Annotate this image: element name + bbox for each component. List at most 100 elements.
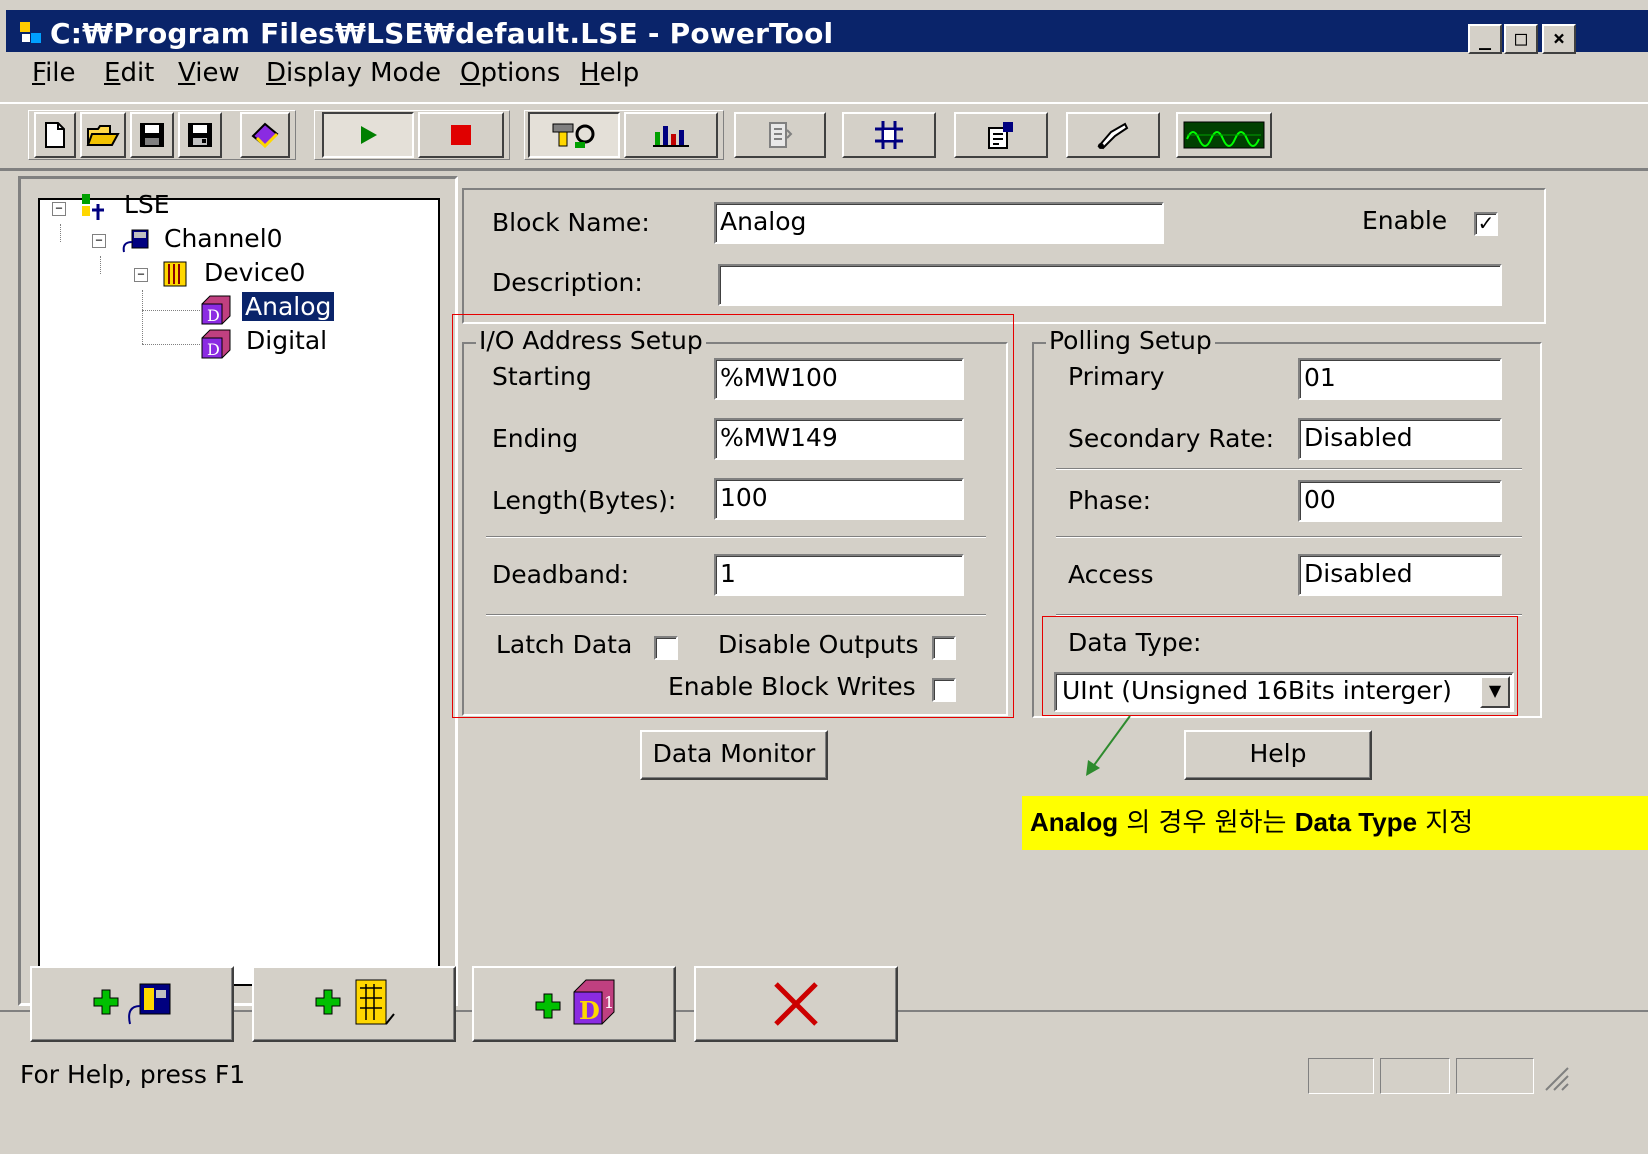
data-monitor-button[interactable]: Data Monitor [640, 730, 828, 780]
ending-label: Ending [492, 424, 579, 453]
block-name-label: Block Name: [492, 208, 650, 237]
close-button[interactable]: × [1542, 24, 1576, 54]
menu-display-mode[interactable]: Display Mode [266, 58, 441, 88]
tree-view[interactable]: − LSE − Channel0 − Device0 D Analog D Di… [38, 190, 440, 986]
annotation-arrow-icon [1086, 715, 1131, 776]
probe-button[interactable] [1066, 112, 1160, 158]
window-title: C:₩Program Files₩LSE₩default.LSE - Power… [50, 17, 834, 50]
bar-chart-button[interactable] [624, 112, 718, 158]
channel-icon [122, 229, 149, 253]
phase-input[interactable]: 00 [1298, 480, 1502, 522]
minimize-button[interactable]: _ [1468, 24, 1502, 54]
add-block-icon: D 1 [535, 979, 615, 1025]
run-button[interactable] [322, 112, 414, 158]
add-channel-button[interactable] [30, 966, 234, 1042]
tree-item-digital[interactable]: Digital [246, 326, 327, 355]
app-icon [20, 22, 41, 43]
tree-collapse-device[interactable]: − [134, 268, 148, 282]
tree-line [142, 290, 143, 344]
tree-item-channel[interactable]: Channel0 [164, 224, 283, 253]
svg-text:D: D [579, 996, 600, 1025]
tree-line [142, 310, 200, 311]
new-file-icon [45, 122, 65, 148]
disable-outputs-checkbox[interactable] [932, 636, 956, 660]
enable-checkbox[interactable]: ✓ [1474, 212, 1498, 236]
tree-line [60, 224, 61, 242]
waveform-button[interactable] [1176, 112, 1272, 158]
add-block-button[interactable]: D 1 [472, 966, 676, 1042]
settings-tools-button[interactable] [528, 112, 620, 158]
description-label: Description: [492, 268, 643, 297]
description-input[interactable] [718, 264, 1502, 306]
polling-setup-title: Polling Setup [1046, 326, 1215, 355]
disable-outputs-label: Disable Outputs [718, 630, 919, 659]
access-input[interactable]: Disabled [1298, 554, 1502, 596]
data-type-select[interactable]: UInt (Unsigned 16Bits interger) ▼ [1054, 672, 1514, 712]
help-book-icon [251, 122, 279, 149]
menu-view[interactable]: View [178, 58, 240, 88]
open-folder-icon [86, 125, 120, 146]
status-pane [1308, 1058, 1374, 1094]
latch-data-checkbox[interactable] [654, 636, 678, 660]
enable-block-writes-label: Enable Block Writes [668, 672, 916, 701]
tree-collapse-lse[interactable]: − [52, 202, 66, 216]
properties-icon [769, 122, 793, 148]
enable-block-writes-checkbox[interactable] [932, 678, 956, 702]
save-as-button[interactable] [178, 112, 222, 158]
enable-label: Enable [1362, 206, 1448, 235]
open-button[interactable] [80, 112, 126, 158]
help-book-button[interactable] [240, 112, 290, 158]
io-separator [486, 614, 986, 616]
latch-data-label: Latch Data [496, 630, 633, 659]
starting-input[interactable]: %MW100 [714, 358, 964, 400]
secondary-rate-label: Secondary Rate: [1068, 424, 1275, 453]
deadband-input[interactable]: 1 [714, 554, 964, 596]
menu-options[interactable]: Options [460, 58, 560, 88]
status-text: For Help, press F1 [20, 1060, 246, 1089]
starting-label: Starting [492, 362, 592, 391]
bar-chart-icon [653, 126, 689, 147]
settings-tools-icon [552, 123, 595, 148]
menu-edit[interactable]: Edit [104, 58, 154, 88]
chevron-down-icon[interactable]: ▼ [1480, 676, 1510, 708]
new-button[interactable] [34, 112, 76, 158]
document-settings-button[interactable] [954, 112, 1048, 158]
title-bar[interactable]: C:₩Program Files₩LSE₩default.LSE - Power… [6, 10, 1648, 54]
block-name-input[interactable]: Analog [714, 202, 1164, 244]
secondary-rate-input[interactable]: Disabled [1298, 418, 1502, 460]
svg-text:1: 1 [604, 993, 614, 1012]
document-settings-icon [988, 122, 1013, 149]
tree-item-device[interactable]: Device0 [204, 258, 305, 287]
properties-button[interactable] [734, 112, 826, 158]
add-device-icon [315, 979, 395, 1025]
lse-root-icon [82, 194, 104, 220]
resize-grip-icon[interactable] [1540, 1062, 1570, 1092]
ending-input[interactable]: %MW149 [714, 418, 964, 460]
toolbar-separator [0, 102, 1648, 104]
svg-text:D: D [207, 340, 220, 359]
data-type-label: Data Type: [1068, 628, 1202, 657]
save-button[interactable] [130, 112, 174, 158]
primary-input[interactable]: 01 [1298, 358, 1502, 400]
maximize-button[interactable]: □ [1504, 24, 1538, 54]
menu-file[interactable]: File [32, 58, 76, 88]
run-icon [361, 126, 377, 144]
add-device-button[interactable] [252, 966, 456, 1042]
digital-block-icon: D [201, 329, 231, 359]
deadband-label: Deadband: [492, 560, 630, 589]
status-pane [1456, 1058, 1534, 1094]
delete-button[interactable] [694, 966, 898, 1042]
menu-help[interactable]: Help [580, 58, 639, 88]
tree-collapse-channel[interactable]: − [92, 234, 106, 248]
help-button[interactable]: Help [1184, 730, 1372, 780]
annotation-callout: Analog 의 경우 원하는 Data Type 지정 [1022, 796, 1648, 850]
network-button[interactable] [842, 112, 936, 158]
data-type-value: UInt (Unsigned 16Bits interger) [1062, 676, 1452, 705]
length-label: Length(Bytes): [492, 486, 677, 515]
io-address-title: I/O Address Setup [476, 326, 706, 355]
phase-label: Phase: [1068, 486, 1152, 515]
length-input[interactable]: 100 [714, 478, 964, 520]
stop-button[interactable] [418, 112, 504, 158]
tree-item-lse[interactable]: LSE [124, 190, 170, 219]
tree-item-analog[interactable]: Analog [240, 291, 336, 322]
